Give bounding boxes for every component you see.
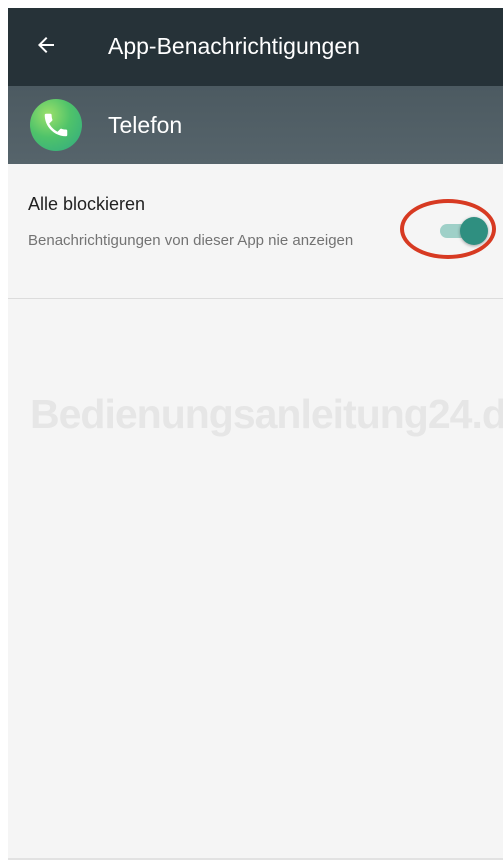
screen: App-Benachrichtigungen Telefon Alle bloc… — [8, 8, 503, 860]
app-header: Telefon — [8, 86, 503, 164]
page-title: App-Benachrichtigungen — [108, 33, 360, 59]
watermark: Bedienungsanleitung24.de — [30, 391, 503, 437]
arrow-left-icon — [34, 33, 58, 62]
app-name: Telefon — [108, 112, 183, 138]
block-all-setting[interactable]: Alle blockieren Benachrichtigungen von d… — [8, 164, 503, 299]
setting-summary: Benachrichtigungen von dieser App nie an… — [28, 232, 354, 249]
back-button[interactable] — [26, 27, 66, 67]
toolbar: App-Benachrichtigungen — [8, 8, 503, 86]
block-all-toggle[interactable] — [434, 215, 490, 247]
toggle-thumb — [460, 217, 488, 245]
phone-app-icon — [30, 99, 82, 151]
setting-title: Alle blockieren — [28, 194, 146, 214]
